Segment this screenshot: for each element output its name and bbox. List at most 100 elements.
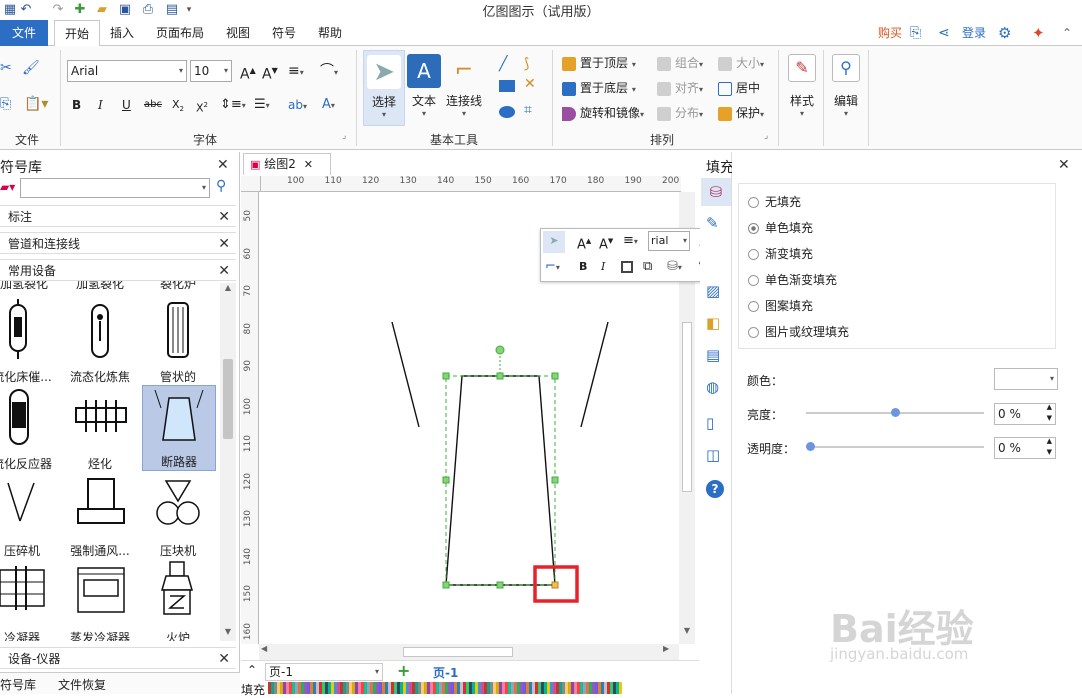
quick-access-dropdown[interactable]: ▾ xyxy=(181,2,197,18)
paste-icon[interactable]: 📋▾ xyxy=(24,96,54,114)
scroll-down-icon[interactable]: ▼ xyxy=(220,627,236,641)
search-icon[interactable]: ⚲ xyxy=(216,178,226,194)
shape-furnace[interactable]: 火炉 xyxy=(142,560,214,641)
edit-button[interactable]: ⚲ 编辑 ▾ xyxy=(828,54,864,134)
grow-font-icon[interactable]: A▲ xyxy=(240,62,256,83)
scissors-icon[interactable]: ✂ xyxy=(0,60,18,78)
bold-button[interactable]: B xyxy=(579,257,587,277)
help-icon[interactable]: ? xyxy=(706,480,724,498)
select-tool-button[interactable]: ➤ 选择 ▾ xyxy=(363,50,405,126)
fill-option-solid[interactable]: 单色填充 xyxy=(748,218,813,238)
shape-briquetting[interactable]: 压块机 xyxy=(142,473,214,559)
fill-bucket-icon[interactable]: ⛁▾ xyxy=(667,257,682,278)
horizontal-scroll-thumb[interactable] xyxy=(403,647,513,657)
breaker-left-line[interactable] xyxy=(391,321,420,428)
fill-option-gradient[interactable]: 渐变填充 xyxy=(748,244,813,264)
tab-file[interactable]: 文件 xyxy=(0,20,48,46)
page-icon[interactable]: ▤ xyxy=(706,346,720,364)
panel-close-icon[interactable]: ✕ xyxy=(1058,157,1070,173)
tab-page-layout[interactable]: 页面布局 xyxy=(152,20,208,46)
underline-button[interactable]: U xyxy=(122,96,131,114)
line-tool-icon[interactable]: ╱ xyxy=(499,56,507,72)
line-spacing-icon[interactable]: ⇕≡▾ xyxy=(220,96,246,114)
document-tab[interactable]: ▣ 绘图2 ✕ xyxy=(243,153,331,175)
shrink-font-icon[interactable]: A▼ xyxy=(262,62,278,83)
fill-option-pattern[interactable]: 图案填充 xyxy=(748,296,813,316)
ribbon-collapse-icon[interactable]: ⌃ xyxy=(1058,20,1076,46)
bring-to-front-button[interactable]: 置于顶层 ▾ xyxy=(562,54,636,72)
arrange-dialog-launcher-icon[interactable]: ⌟ xyxy=(764,131,768,141)
rotate-flip-button[interactable]: 旋转和镜像▾ xyxy=(562,104,644,122)
shrink-font-icon[interactable]: A▼ xyxy=(599,231,613,255)
tab-view[interactable]: 视图 xyxy=(222,20,254,46)
globe-icon[interactable]: ◍ xyxy=(706,378,719,396)
image-icon[interactable]: ▨ xyxy=(706,282,720,300)
protect-button[interactable]: 保护▾ xyxy=(718,104,764,122)
close-icon[interactable]: ✕ xyxy=(304,158,313,171)
italic-button[interactable]: I xyxy=(98,96,103,114)
shape-evaporative-condenser[interactable]: 蒸发冷凝器 xyxy=(64,560,136,641)
brightness-slider-thumb[interactable] xyxy=(891,408,900,417)
align-text-icon[interactable]: ≡▾ xyxy=(288,62,304,80)
color-picker[interactable]: ▾ xyxy=(994,368,1058,390)
radio-button[interactable] xyxy=(748,327,759,338)
tab-home[interactable]: 开始 xyxy=(54,20,100,47)
spinner-arrows-icon[interactable]: ▲ ▼ xyxy=(1047,402,1052,424)
comment-icon[interactable]: ◫ xyxy=(706,446,720,464)
align-text-icon[interactable]: ≡▾ xyxy=(623,231,638,252)
shape-forced-draft[interactable]: 强制通风... xyxy=(64,473,136,559)
fill-option-mono-gradient[interactable]: 单色渐变填充 xyxy=(748,270,837,290)
radio-button[interactable] xyxy=(748,301,759,312)
shape-circuit-breaker[interactable]: 断路器 xyxy=(142,385,216,471)
ellipse-tool-icon[interactable] xyxy=(499,106,515,118)
spinner-arrows-icon[interactable]: ▲ ▼ xyxy=(1047,436,1052,458)
italic-button[interactable]: I xyxy=(601,257,605,277)
distribute-button[interactable]: 分布▾ xyxy=(657,104,703,122)
shape-crusher[interactable]: 压碎机 xyxy=(0,473,58,559)
add-page-icon[interactable]: + xyxy=(397,661,410,680)
shape-fluid-coking[interactable]: 流态化炼焦 xyxy=(64,299,136,385)
library-section-equipment[interactable]: 常用设备 ✕ xyxy=(0,259,236,281)
share-icon[interactable]: ⎘ xyxy=(906,20,925,46)
redo-icon[interactable]: ↷ xyxy=(50,2,66,18)
font-name-select[interactable]: Arial ▾ xyxy=(67,60,187,82)
font-size-select[interactable]: 10 ▾ xyxy=(190,60,232,82)
page-tab[interactable]: 页-1 xyxy=(433,664,458,681)
scroll-up-icon[interactable]: ▲ xyxy=(220,283,236,297)
buy-link[interactable]: 购买 xyxy=(874,20,906,46)
library-section-annotation[interactable]: 标注 ✕ xyxy=(0,205,236,227)
scroll-down-icon[interactable]: ▼ xyxy=(679,626,695,640)
close-icon[interactable]: ✕ xyxy=(218,648,230,670)
fill-bucket-icon[interactable]: ⛁ xyxy=(701,178,731,206)
line-icon[interactable]: ✎ xyxy=(706,214,719,232)
send-to-back-button[interactable]: 置于底层 ▾ xyxy=(562,79,636,97)
vertical-scroll-thumb[interactable] xyxy=(682,322,692,492)
transparency-slider-thumb[interactable] xyxy=(806,442,815,451)
close-icon[interactable]: ✕ xyxy=(218,233,230,255)
tab-insert[interactable]: 插入 xyxy=(106,20,138,46)
border-style-icon[interactable] xyxy=(621,261,633,273)
brightness-input[interactable]: 0 % ▲ ▼ xyxy=(994,403,1056,425)
strikethrough-button[interactable]: abc xyxy=(144,96,162,114)
scroll-right-icon[interactable]: ▶ xyxy=(663,644,669,653)
connector-style-icon[interactable]: ⌐▾ xyxy=(545,257,560,278)
style-button[interactable]: ✎ 样式 ▾ xyxy=(784,54,820,134)
open-icon[interactable]: ▰ xyxy=(94,2,110,18)
login-link[interactable]: 登录 xyxy=(958,20,990,46)
close-icon[interactable]: ✕ xyxy=(218,206,230,228)
shape-alkylation[interactable]: 烃化 xyxy=(64,386,136,472)
share-link-icon[interactable]: ⋖ xyxy=(934,20,954,46)
grow-font-icon[interactable]: A▲ xyxy=(577,231,591,255)
close-icon[interactable]: ✕ xyxy=(218,260,230,282)
library-close-icon[interactable]: ✕ xyxy=(217,157,229,173)
rotation-handle[interactable] xyxy=(495,345,505,355)
text-highlight-icon[interactable]: ab▾ xyxy=(288,96,307,114)
library-search-input[interactable]: ▾ xyxy=(20,178,210,198)
horizontal-scrollbar[interactable]: ◀ ▶ xyxy=(259,644,679,660)
tab-symbol[interactable]: 符号 xyxy=(268,20,300,46)
breaker-right-line[interactable] xyxy=(580,321,609,428)
tab-help[interactable]: 帮助 xyxy=(314,20,346,46)
arc-text-icon[interactable]: ⌒▾ xyxy=(320,62,338,80)
bold-button[interactable]: B xyxy=(72,96,81,114)
size-button[interactable]: 大小▾ xyxy=(718,54,764,72)
